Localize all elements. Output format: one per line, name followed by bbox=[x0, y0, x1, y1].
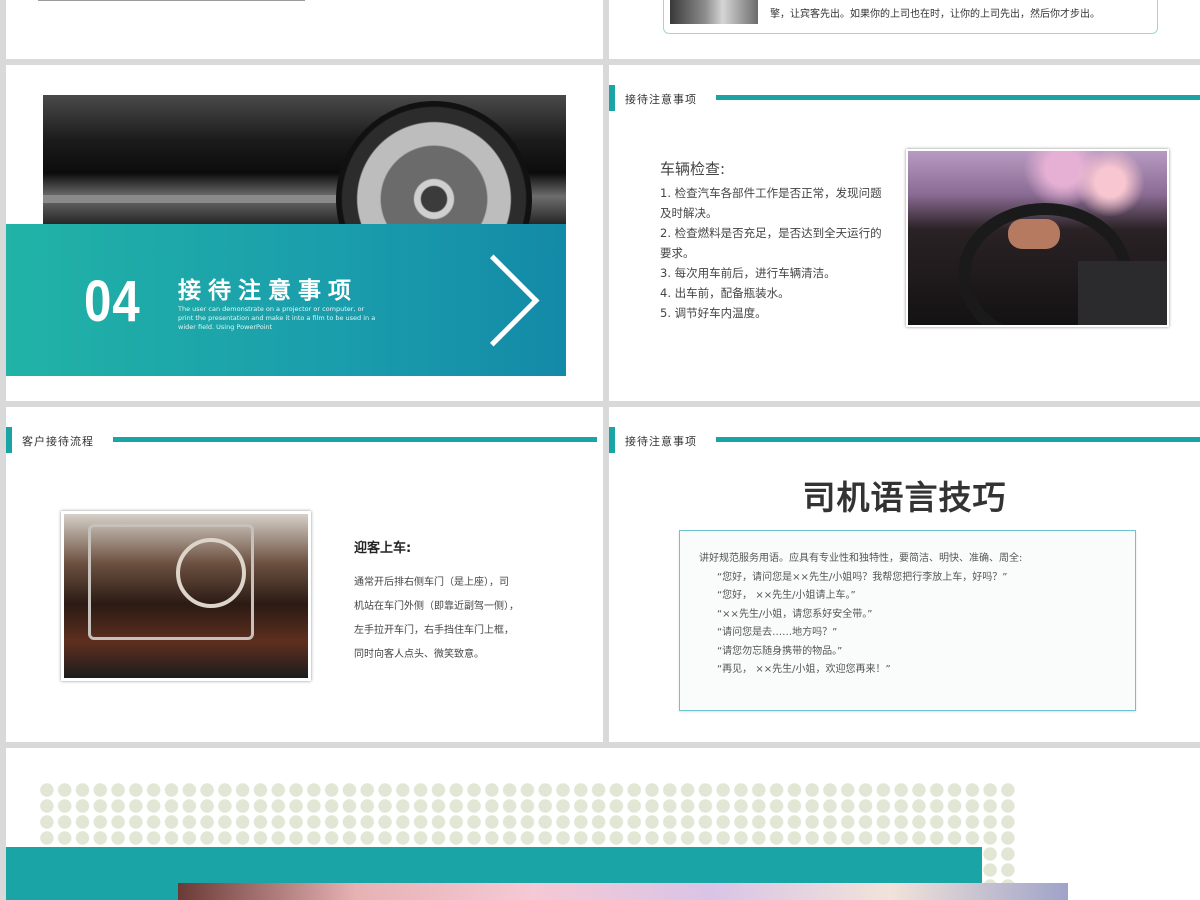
welcome-title: 迎客上车: bbox=[354, 541, 412, 556]
welcome-text: 通常开后排右侧车门（是上座），司 机站在车门外侧（即靠近副驾一侧）， 左手拉开车… bbox=[354, 571, 534, 667]
quote-line: “您好， ××先生/小姐请上车。” bbox=[717, 590, 856, 601]
partial-text: 擎，让宾客先出。如果你的上司也在时，让你的上司先出，然后你才步出。 bbox=[770, 9, 1100, 20]
list-item: 3. 每次用车前后，进行车辆清洁。 bbox=[660, 266, 836, 280]
header-title: 接待注意事项 bbox=[625, 435, 697, 448]
intro-line: 讲好规范服务用语。应具有专业性和独特性，要简洁、明快、准确、周全: bbox=[699, 553, 1023, 564]
steering-wheel-image bbox=[176, 538, 246, 608]
header-line bbox=[716, 437, 1200, 442]
header-marker bbox=[609, 85, 615, 111]
header-title: 客户接待流程 bbox=[22, 435, 94, 448]
car-wheel-photo bbox=[43, 95, 566, 225]
quote-line: “再见， ××先生/小姐，欢迎您再来！” bbox=[717, 664, 891, 675]
elevator-photo bbox=[670, 0, 758, 24]
header-title: 接待注意事项 bbox=[625, 93, 697, 106]
header-marker bbox=[6, 427, 12, 453]
slide-section-intro[interactable]: 04 接待注意事项 The user can demonstrate on a … bbox=[6, 65, 603, 401]
driver-photo bbox=[906, 149, 1169, 327]
header-marker bbox=[609, 427, 615, 453]
quote-line: “请问您是去……地方吗？” bbox=[717, 627, 838, 638]
section-header: 客户接待流程 bbox=[6, 427, 603, 453]
list-item: 1. 检查汽车各部件工作是否正常，发现问题及时解决。 bbox=[660, 186, 882, 220]
section-header: 接待注意事项 bbox=[609, 427, 1200, 453]
text-line: 左手拉开车门，右手挡住车门上框， bbox=[354, 625, 514, 636]
car-door-photo bbox=[61, 511, 311, 681]
section-title: 接待注意事项 bbox=[178, 278, 358, 304]
wheel-image bbox=[336, 101, 532, 225]
slide-welcome-guest[interactable]: 客户接待流程 迎客上车: 通常开后排右侧车门（是上座），司 机站在车门外侧（即靠… bbox=[6, 407, 603, 742]
hand-image bbox=[1008, 219, 1060, 249]
section-subtitle: The user can demonstrate on a projector … bbox=[178, 305, 376, 331]
slide-bottom-partial[interactable] bbox=[6, 748, 1200, 900]
check-list: 1. 检查汽车各部件工作是否正常，发现问题及时解决。 2. 检查燃料是否充足，是… bbox=[660, 183, 882, 323]
dashboard-image bbox=[1078, 261, 1167, 325]
partial-text-box: 擎，让宾客先出。如果你的上司也在时，让你的上司先出，然后你才步出。 bbox=[663, 0, 1158, 34]
list-item: 2. 检查燃料是否充足，是否达到全天运行的要求。 bbox=[660, 226, 882, 260]
quote-line: “××先生/小姐，请您系好安全带。” bbox=[717, 608, 873, 620]
partial-slide-top-left bbox=[6, 0, 603, 59]
slide-vehicle-check[interactable]: 接待注意事项 车辆检查: 1. 检查汽车各部件工作是否正常，发现问题及时解决。 … bbox=[609, 65, 1200, 401]
quote-box: 讲好规范服务用语。应具有专业性和独特性，要简洁、明快、准确、周全: “您好，请问… bbox=[679, 530, 1136, 711]
list-item: 5. 调节好车内温度。 bbox=[660, 306, 767, 320]
header-line bbox=[113, 437, 597, 442]
slide-title: 司机语言技巧 bbox=[802, 478, 1007, 517]
text-line: 同时向客人点头、微笑致意。 bbox=[354, 649, 484, 660]
text-line: 通常开后排右侧车门（是上座），司 bbox=[354, 577, 509, 588]
list-item: 4. 出车前，配备瓶装水。 bbox=[660, 286, 790, 300]
text-line: 机站在车门外侧（即靠近副驾一侧）， bbox=[354, 601, 519, 612]
check-title: 车辆检查: bbox=[660, 160, 726, 178]
quote-lines: 讲好规范服务用语。应具有专业性和独特性，要简洁、明快、准确、周全: “您好，请问… bbox=[699, 550, 1022, 680]
car-body-stripe bbox=[43, 195, 343, 203]
quote-line: “您好，请问您是××先生/小姐吗？我帮您把行李放上车，好吗？” bbox=[717, 571, 1008, 583]
section-header: 接待注意事项 bbox=[609, 85, 1200, 111]
quote-line: “请您勿忘随身携带的物品。” bbox=[717, 645, 843, 657]
section-number: 04 bbox=[84, 269, 141, 334]
slide-driver-language[interactable]: 接待注意事项 司机语言技巧 讲好规范服务用语。应具有专业性和独特性，要简洁、明快… bbox=[609, 407, 1200, 742]
partial-slide-top-right: 擎，让宾客先出。如果你的上司也在时，让你的上司先出，然后你才步出。 bbox=[609, 0, 1200, 59]
partial-photo bbox=[38, 0, 305, 1]
header-line bbox=[716, 95, 1200, 100]
bokeh-photo bbox=[178, 883, 1068, 900]
